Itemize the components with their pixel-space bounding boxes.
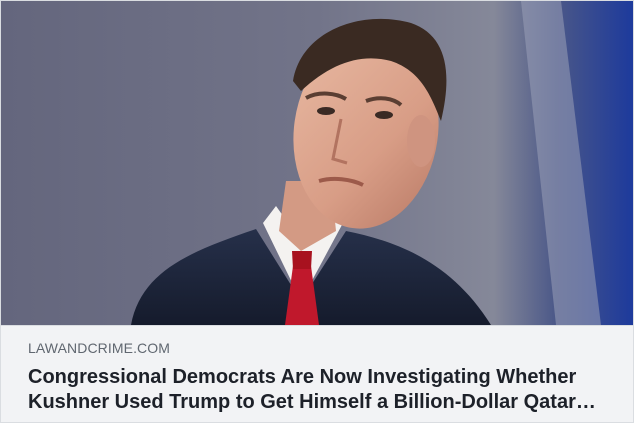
link-preview-card[interactable]: LAWANDCRIME.COM Congressional Democrats …: [0, 0, 634, 423]
link-preview-meta[interactable]: LAWANDCRIME.COM Congressional Democrats …: [1, 325, 633, 422]
source-domain: LAWANDCRIME.COM: [28, 340, 171, 356]
article-headline[interactable]: Congressional Democrats Are Now Investig…: [28, 365, 620, 415]
article-thumbnail[interactable]: [1, 1, 633, 325]
photo-illustration: [1, 1, 633, 325]
